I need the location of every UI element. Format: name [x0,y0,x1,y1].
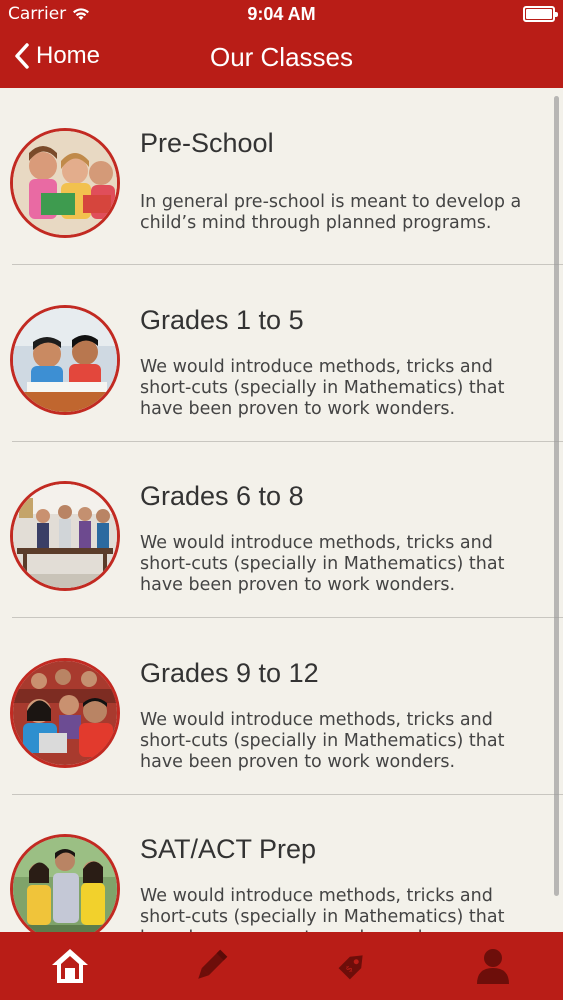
class-title: Grades 1 to 5 [140,305,304,335]
home-icon [52,949,89,983]
class-item-grades-9-12[interactable]: Grades 9 to 12 We would introduce method… [0,618,563,795]
class-description: We would introduce methods, tricks and s… [140,357,505,419]
status-time: 9:04 AM [247,4,316,24]
class-thumbnail-grades-9-12 [10,658,120,768]
class-item-sat-act-prep[interactable]: SAT/ACT Prep We would introduce methods,… [0,794,563,932]
class-item-grades-1-5[interactable]: Grades 1 to 5 We would introduce methods… [0,265,563,442]
tab-home[interactable] [40,936,100,996]
pencil-icon [198,949,228,979]
class-item-grades-6-8[interactable]: Grades 6 to 8 We would introduce methods… [0,441,563,618]
tag-icon: $ [338,955,363,980]
class-thumbnail-pre-school [10,128,120,238]
class-list[interactable]: Pre-School In general pre-school is mean… [0,88,563,932]
class-item-pre-school[interactable]: Pre-School In general pre-school is mean… [0,88,563,265]
class-title: Grades 6 to 8 [140,481,304,511]
tab-bar: $ [0,932,563,1000]
class-description: We would introduce methods, tricks and s… [140,886,505,932]
class-thumbnail-sat-act-prep [10,834,120,932]
class-title: Grades 9 to 12 [140,658,319,688]
class-title: SAT/ACT Prep [140,834,317,864]
scrollbar[interactable] [554,96,559,896]
class-title: Pre-School [140,128,274,158]
tab-pencil[interactable] [181,936,241,996]
status-bar: Carrier 9:04 AM [0,0,563,30]
class-thumbnail-grades-1-5 [10,305,120,415]
tab-tag[interactable]: $ [322,936,382,996]
class-description: In general pre-school is meant to develo… [140,192,522,233]
page-title: Our Classes [209,42,354,72]
user-icon [476,949,509,984]
navigation-bar: Home Our Classes [0,30,563,88]
class-thumbnail-grades-6-8 [10,481,120,591]
class-description: We would introduce methods, tricks and s… [140,710,505,772]
tab-profile[interactable] [463,936,523,996]
battery-icon [523,6,558,22]
class-description: We would introduce methods, tricks and s… [140,533,505,595]
